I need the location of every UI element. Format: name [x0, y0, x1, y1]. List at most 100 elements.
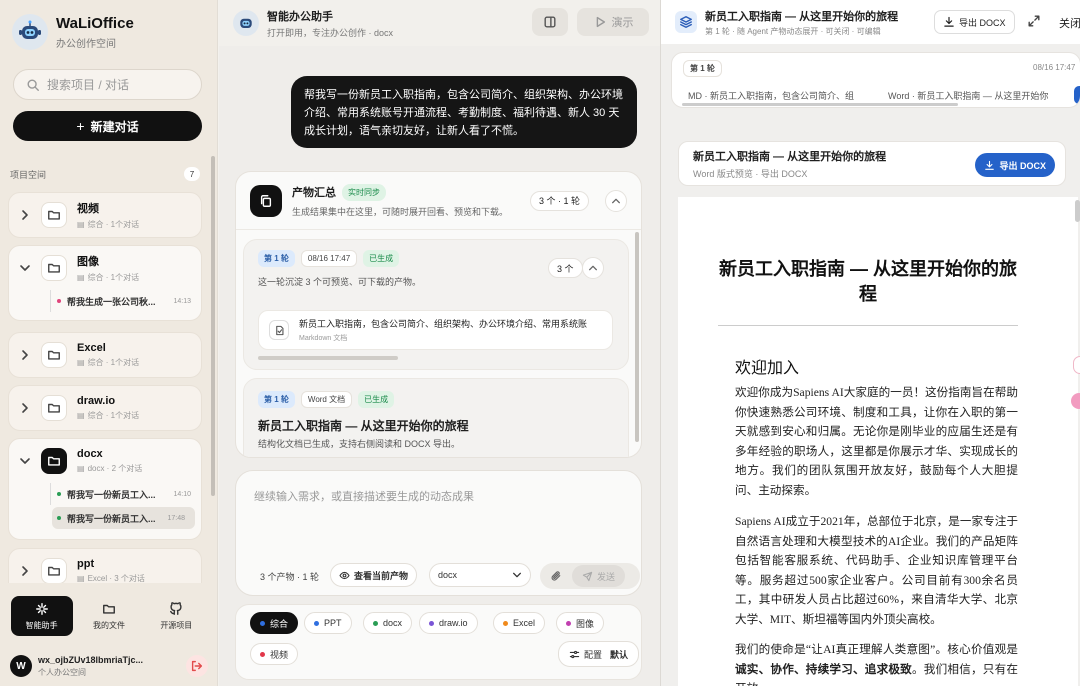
chevron-right-icon[interactable] — [19, 565, 31, 577]
chip-drawio[interactable]: draw.io — [419, 612, 478, 634]
section-count: 7 — [184, 167, 200, 181]
sparkle-icon — [35, 602, 48, 615]
search-placeholder: 搜索项目 / 对话 — [47, 78, 130, 92]
logout-button[interactable] — [186, 655, 208, 677]
project-ppt[interactable]: ppt ▤ Excel · 3 个对话 — [8, 548, 202, 583]
side-float-icon[interactable] — [1071, 393, 1080, 409]
round-tag: 第 1 轮 — [683, 60, 722, 77]
project-excel[interactable]: Excel ▤ 综合 · 1个对话 — [8, 332, 202, 378]
chip-label: draw.io — [439, 618, 468, 628]
folder-icon — [103, 604, 115, 614]
chevron-down-icon[interactable] — [19, 455, 31, 467]
format-select[interactable]: docx — [429, 563, 531, 587]
conversation-item-selected[interactable]: 帮我写一份新员工入... 17:48 — [52, 507, 195, 529]
robot-icon — [233, 10, 259, 36]
user-profile[interactable]: W wx_ojbZUv18lbmriaTjc... 个人办公空间 — [0, 646, 218, 686]
project-meta: ▤ docx · 2 个对话 — [77, 463, 142, 474]
document-scrollbar[interactable] — [1075, 200, 1080, 222]
folder-icon — [41, 448, 67, 474]
type-tag: Word 文档 — [300, 391, 353, 408]
conversation-item[interactable]: 帮我写一份新员工入... 14:10 — [9, 483, 201, 505]
nav-label: 开源项目 — [160, 620, 193, 630]
project-meta-text: docx · 2 个对话 — [87, 464, 143, 473]
chip-ppt[interactable]: PPT — [304, 612, 352, 634]
demo-button[interactable]: 演示 — [577, 8, 649, 36]
doc-icon: ▤ — [77, 464, 85, 473]
project-video[interactable]: 视频 ▤ 综合 · 1个对话 — [8, 192, 202, 238]
conversation-time: 17:48 — [167, 514, 185, 522]
core-values: 诚实、协作、持续学习、追求极致 — [735, 662, 912, 676]
conversation-time: 14:10 — [173, 490, 191, 498]
artifact-summary-card: 产物汇总 实时同步 生成结果集中在这里，可随时展开回看、预览和下载。 3 个 · … — [235, 171, 642, 458]
summary-count: 3 个 · 1 轮 — [529, 190, 589, 211]
project-meta-text: 综合 · 1个对话 — [87, 220, 140, 229]
view-artifacts-button[interactable]: 查看当前产物 — [330, 563, 418, 587]
chip-dot — [566, 620, 571, 626]
close-button[interactable]: 关闭 — [1059, 15, 1080, 31]
chevron-right-icon[interactable] — [19, 402, 31, 414]
turn-group: 第 1 轮 08/16 17:47 已生成 这一轮沉淀 3 个可预览、可下载的产… — [243, 239, 629, 370]
status-tag: 已生成 — [358, 391, 395, 408]
collapse-summary-button[interactable] — [605, 189, 627, 212]
side-float-tab[interactable] — [1073, 356, 1080, 374]
document-preview[interactable]: 新员工入职指南 — 从这里开始你的旅程 欢迎加入 欢迎你成为Sapiens AI… — [678, 197, 1078, 686]
nav-my-files[interactable]: 我的文件 — [78, 596, 140, 636]
new-chat-button[interactable]: + 新建对话 — [13, 111, 202, 141]
project-meta: ▤ Excel · 3 个对话 — [77, 573, 145, 583]
horizontal-scrollbar[interactable] — [258, 356, 398, 360]
export-docx-primary-button[interactable]: 导出 DOCX — [975, 153, 1055, 177]
chip-general[interactable]: 综合 — [250, 612, 299, 634]
turn-count: 3 个 — [548, 258, 583, 278]
summary-header: 产物汇总 实时同步 生成结果集中在这里，可随时展开回看、预览和下载。 3 个 · … — [236, 172, 641, 230]
toggle-panel-button[interactable] — [532, 8, 568, 36]
strip-scrollbar[interactable] — [682, 103, 958, 106]
project-docx[interactable]: docx ▤ docx · 2 个对话 帮我写一份新员工入... 14:10 帮我… — [8, 438, 202, 540]
round-tag: 第 1 轮 — [258, 391, 295, 408]
sliders-icon — [569, 650, 580, 658]
collapse-turn-button[interactable] — [582, 257, 604, 279]
mission-text: 我们的使命是“让AI真正理解人类意图”。核心价值观是 — [735, 643, 1018, 656]
user-message: 帮我写一份新员工入职指南，包含公司简介、组织架构、办公环境介绍、常用系统账号开通… — [291, 76, 637, 148]
artifact-file-card[interactable]: 新员工入职指南，包含公司简介、组织架构、办公环境介绍、常用系统账 Markdow… — [258, 310, 613, 350]
card-scrollbar[interactable] — [635, 232, 639, 442]
play-icon — [596, 16, 605, 28]
document-heading: 新员工入职指南 — 从这里开始你的旅程 — [718, 259, 1017, 304]
chip-docx[interactable]: docx — [363, 612, 413, 634]
demo-label: 演示 — [611, 17, 634, 29]
chip-video[interactable]: 视频 — [250, 643, 299, 665]
chip-label: docx — [383, 618, 403, 628]
project-meta: ▤ 综合 · 1个对话 — [77, 272, 139, 283]
nav-assistant[interactable]: 智能助手 — [10, 596, 73, 636]
artifact-panel: 新员工入职指南 — 从这里开始你的旅程 第 1 轮 · 随 Agent 产物动态… — [660, 0, 1080, 686]
chip-label: 综合 — [270, 618, 289, 629]
chip-image[interactable]: 图像 — [556, 612, 605, 634]
expand-button[interactable] — [1027, 14, 1041, 28]
chip-dot — [260, 651, 265, 657]
copy-icon — [250, 184, 282, 217]
brand[interactable]: WaLiOffice 办公创作空间 — [12, 14, 134, 50]
attach-button[interactable] — [546, 566, 566, 586]
config-label: 配置 — [584, 649, 603, 660]
nav-open-source[interactable]: 开源项目 — [145, 596, 207, 636]
artifact-tab-word[interactable]: Word · 新员工入职指南 — 从这里开始你 — [888, 86, 1048, 104]
chevron-down-icon[interactable] — [19, 262, 31, 274]
search-input[interactable]: 搜索项目 / 对话 — [13, 69, 202, 100]
chevron-right-icon[interactable] — [19, 349, 31, 361]
send-group: 发送 — [540, 563, 640, 589]
chevron-right-icon[interactable] — [19, 209, 31, 221]
project-drawio[interactable]: draw.io ▤ 综合 · 1个对话 — [8, 385, 202, 431]
export-docx-button[interactable]: 导出 DOCX — [934, 10, 1015, 34]
send-button[interactable]: 发送 — [572, 565, 626, 587]
file-icon — [269, 320, 289, 340]
nav-label: 我的文件 — [92, 620, 125, 630]
conversation-item[interactable]: 帮我生成一张公司秋... 14:13 — [9, 290, 201, 312]
folder-icon — [41, 342, 67, 368]
config-button[interactable]: 配置 默认 — [558, 641, 640, 667]
chip-excel[interactable]: Excel — [493, 612, 546, 634]
sidebar-scrollbar[interactable] — [211, 156, 215, 496]
message-composer[interactable]: 继续输入需求，或直接描述要生成的动态成果 3 个产物 · 1 轮 查看当前产物 … — [235, 470, 642, 596]
artifact-tab-md[interactable]: MD · 新员工入职指南，包含公司简介、组 — [688, 86, 854, 104]
turn-description: 这一轮沉淀 3 个可预览、可下载的产物。 — [258, 277, 422, 287]
project-image[interactable]: 图像 ▤ 综合 · 1个对话 帮我生成一张公司秋... 14:13 — [8, 245, 202, 321]
project-meta: ▤ 综合 · 1个对话 — [77, 410, 139, 421]
